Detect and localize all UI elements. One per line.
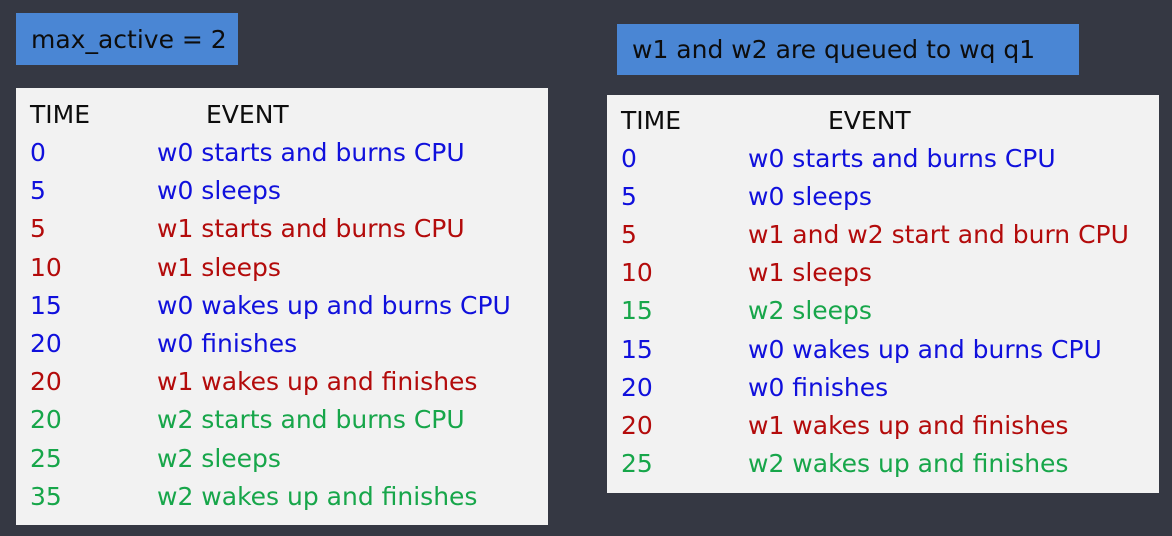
- event-cell: w0 finishes: [748, 372, 889, 402]
- event-cell: w0 wakes up and burns CPU: [748, 334, 1102, 364]
- table-row: 20 w1 wakes up and finishes: [16, 363, 548, 401]
- event-cell: w1 wakes up and finishes: [748, 410, 1069, 440]
- time-cell: 15: [621, 334, 653, 364]
- event-cell: w0 finishes: [157, 329, 298, 358]
- table-row: 25 w2 sleeps: [16, 440, 548, 478]
- time-cell: 10: [30, 252, 62, 282]
- event-cell: w1 starts and burns CPU: [157, 214, 465, 244]
- event-cell: w2 wakes up and finishes: [748, 448, 1069, 478]
- table-row: 35 w2 wakes up and finishes: [16, 478, 548, 516]
- table-row: 20 w0 finishes: [607, 369, 1159, 407]
- time-column-header: TIME: [621, 106, 682, 135]
- table-row: 0 w0 starts and burns CPU: [16, 134, 548, 172]
- time-cell: 20: [621, 410, 653, 440]
- time-cell: 25: [30, 443, 62, 473]
- event-cell: w0 wakes up and burns CPU: [157, 290, 511, 320]
- time-cell: 5: [621, 220, 637, 250]
- table-row: 15 w0 wakes up and burns CPU: [607, 331, 1159, 369]
- table-row: 20 w2 starts and burns CPU: [16, 401, 548, 439]
- table-row: 10 w1 sleeps: [607, 254, 1159, 292]
- time-cell: 5: [30, 176, 46, 206]
- event-cell: w0 starts and burns CPU: [157, 138, 465, 167]
- table-row: 20 w0 finishes: [16, 325, 548, 363]
- event-cell: w2 wakes up and finishes: [157, 481, 478, 511]
- event-cell: w0 sleeps: [157, 176, 281, 206]
- time-cell: 10: [621, 258, 653, 288]
- time-cell: 0: [30, 138, 46, 167]
- table-row: 15 w2 sleeps: [607, 292, 1159, 330]
- event-cell: w2 sleeps: [748, 296, 872, 326]
- event-cell: w2 sleeps: [157, 443, 281, 473]
- time-cell: 20: [621, 372, 653, 402]
- time-cell: 0: [621, 144, 637, 173]
- table-row: 20 w1 wakes up and finishes: [607, 407, 1159, 445]
- time-cell: 15: [30, 290, 62, 320]
- time-column-header: TIME: [30, 100, 91, 129]
- time-cell: 20: [30, 367, 62, 397]
- event-column-header: EVENT: [828, 106, 911, 135]
- time-cell: 35: [30, 481, 62, 511]
- table-row: 10 w1 sleeps: [16, 249, 548, 287]
- event-cell: w2 starts and burns CPU: [157, 405, 465, 435]
- time-cell: 15: [621, 296, 653, 326]
- event-cell: w1 sleeps: [157, 252, 281, 282]
- event-cell: w1 and w2 start and burn CPU: [748, 220, 1129, 250]
- time-cell: 5: [621, 182, 637, 212]
- table-row: 5 w0 sleeps: [16, 172, 548, 210]
- time-cell: 20: [30, 405, 62, 435]
- table-row: 5 w1 and w2 start and burn CPU: [607, 216, 1159, 254]
- time-cell: 20: [30, 329, 62, 358]
- table-row: 15 w0 wakes up and burns CPU: [16, 287, 548, 325]
- table-header: TIME EVENT: [607, 102, 1159, 140]
- time-cell: 5: [30, 214, 46, 244]
- table-row: 5 w0 sleeps: [607, 178, 1159, 216]
- table-row: 25 w2 wakes up and finishes: [607, 445, 1159, 483]
- event-column-header: EVENT: [206, 100, 289, 129]
- right-event-table: TIME EVENT 0 w0 starts and burns CPU 5 w0 s…: [607, 95, 1159, 493]
- table-header: TIME EVENT: [16, 96, 548, 134]
- event-cell: w0 starts and burns CPU: [748, 144, 1056, 173]
- event-cell: w1 sleeps: [748, 258, 872, 288]
- max-active-label: max_active = 2: [16, 13, 238, 65]
- table-row: 0 w0 starts and burns CPU: [607, 140, 1159, 178]
- event-cell: w0 sleeps: [748, 182, 872, 212]
- event-cell: w1 wakes up and finishes: [157, 367, 478, 397]
- left-event-table: TIME EVENT 0 w0 starts and burns CPU 5 w0 s…: [16, 88, 548, 525]
- queue-note-label: w1 and w2 are queued to wq q1: [617, 24, 1079, 75]
- table-row: 5 w1 starts and burns CPU: [16, 210, 548, 248]
- time-cell: 25: [621, 448, 653, 478]
